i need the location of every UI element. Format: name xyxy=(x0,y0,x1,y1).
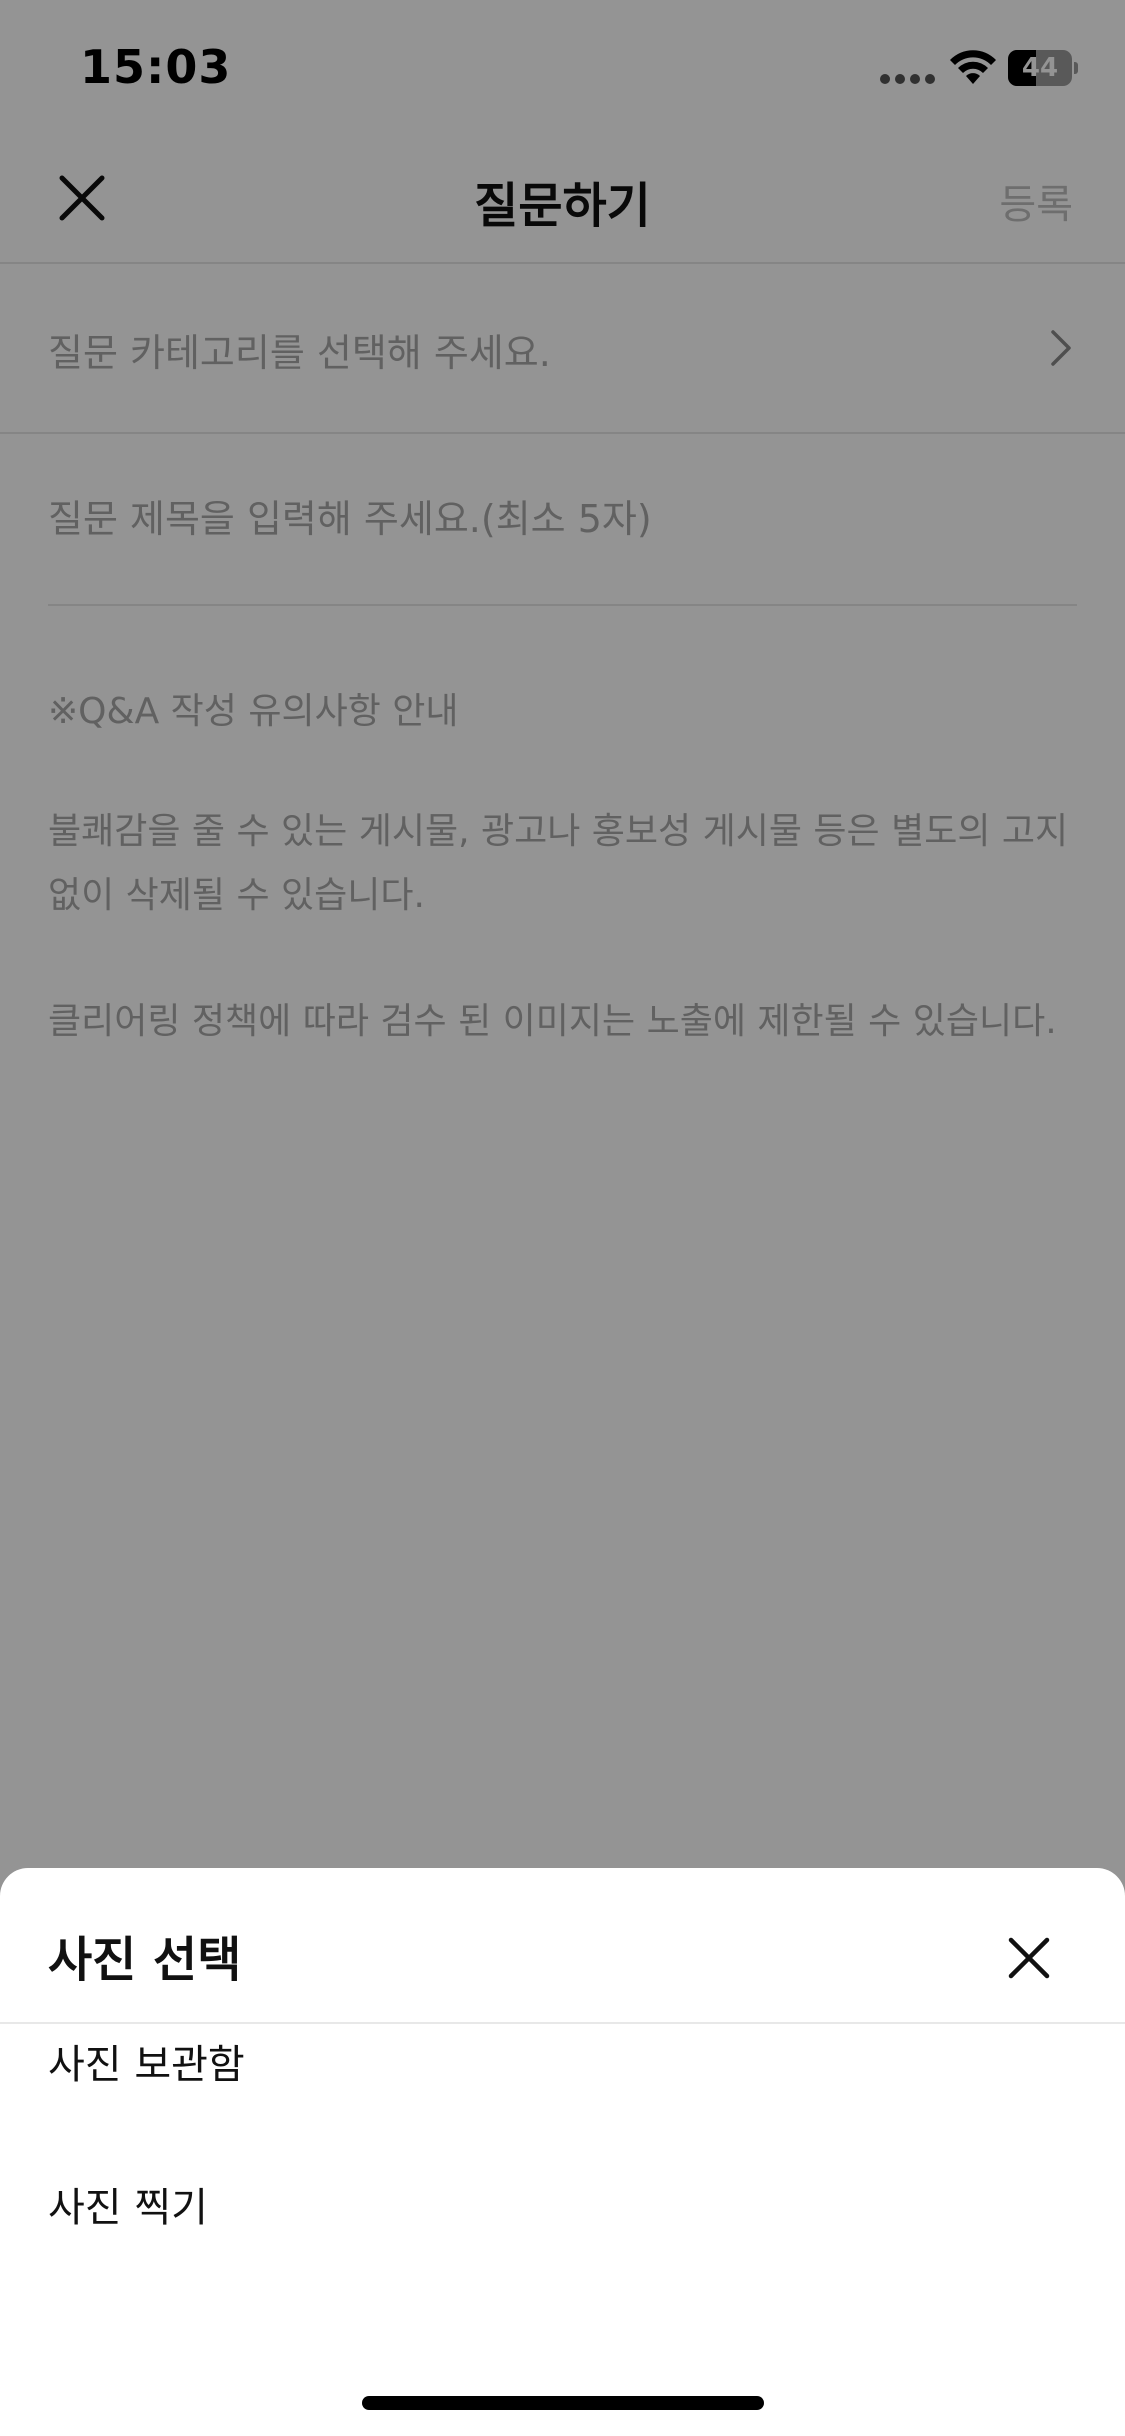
take-photo-option[interactable]: 사진 찍기 xyxy=(0,2135,1125,2265)
photo-library-label: 사진 보관함 xyxy=(48,2042,245,2088)
sheet-title: 사진 선택 xyxy=(48,1932,242,1988)
take-photo-label: 사진 찍기 xyxy=(48,2185,208,2231)
close-icon[interactable] xyxy=(1007,1936,1051,1980)
photo-library-option[interactable]: 사진 보관함 xyxy=(0,1992,1125,2122)
home-indicator xyxy=(362,2396,764,2410)
